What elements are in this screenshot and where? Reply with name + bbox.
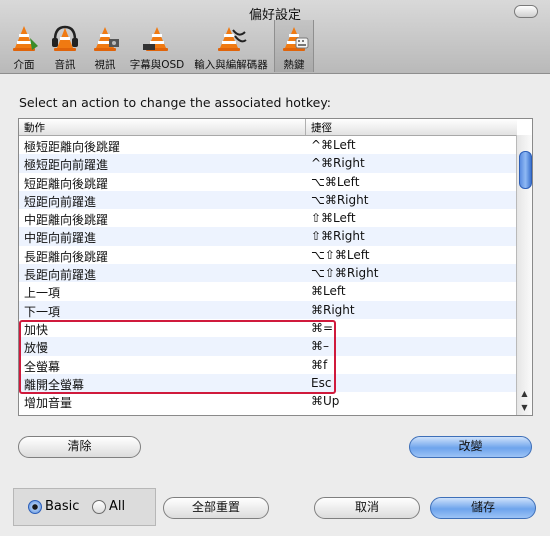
- action-cell: 放慢: [24, 341, 49, 356]
- table-row[interactable]: 長距離向後跳躍 ⌥⇧⌘Left: [19, 246, 517, 264]
- mode-radio-group: Basic All: [13, 488, 156, 526]
- reset-all-button[interactable]: 全部重置: [163, 497, 269, 519]
- table-row[interactable]: 加快 ⌘=: [19, 319, 517, 337]
- hotkey-cell: ⌥⌘Right: [311, 192, 369, 207]
- table-row[interactable]: 離開全螢幕 Esc: [19, 373, 517, 393]
- hotkey-cell: ^⌘Right: [311, 156, 365, 171]
- table-row[interactable]: 極短距向前躍進 ^⌘Right: [19, 154, 517, 173]
- action-cell: 長距離向後跳躍: [24, 249, 109, 264]
- action-cell: 增加音量: [24, 396, 73, 411]
- action-cell: 極短距離向後跳躍: [24, 140, 121, 154]
- clear-button[interactable]: 清除: [18, 436, 141, 458]
- hotkey-cell: ⌘Left: [311, 284, 346, 299]
- column-header-action[interactable]: 動作: [24, 120, 45, 135]
- table-row[interactable]: 短距離向後跳躍 ⌥⌘Left: [19, 173, 517, 191]
- action-cell: 中距離向後跳躍: [24, 213, 109, 228]
- action-cell: 短距向前躍進: [24, 194, 97, 209]
- radio-label: Basic: [45, 499, 80, 514]
- table-row[interactable]: 下一項 ⌘Right: [19, 300, 517, 319]
- action-cell: 極短距向前躍進: [24, 158, 109, 173]
- cancel-button[interactable]: 取消: [314, 497, 420, 519]
- cone-codecs-icon: [218, 27, 247, 51]
- table-header: 動作 捷徑: [19, 119, 517, 136]
- vertical-scrollbar[interactable]: ▲ ▼: [516, 135, 532, 415]
- tab-audio[interactable]: 音訊: [48, 20, 82, 72]
- action-cell: 離開全螢幕: [24, 377, 85, 392]
- action-cell: 上一項: [24, 286, 61, 301]
- radio-selected-icon: [28, 500, 42, 514]
- table-row[interactable]: 放慢 ⌘–: [19, 337, 517, 356]
- scroll-down-arrow-icon[interactable]: ▼: [517, 401, 532, 415]
- cone-video-icon: [94, 27, 119, 51]
- hotkey-table: 動作 捷徑 極短距離向後跳躍 ^⌘Left 極短距向前躍進 ^⌘Right 短距離向…: [18, 118, 533, 416]
- table-row[interactable]: 中距離向後跳躍 ⇧⌘Left: [19, 209, 517, 227]
- table-row[interactable]: 短距向前躍進 ⌥⌘Right: [19, 190, 517, 210]
- tab-label: 熱鍵: [283, 59, 305, 71]
- table-row[interactable]: 長距向前躍進 ⌥⇧⌘Right: [19, 264, 517, 283]
- action-cell: 下一項: [24, 304, 61, 319]
- hotkey-cell: ⌘Up: [311, 394, 340, 409]
- hotkey-cell: ⇧⌘Right: [311, 229, 365, 244]
- tab-label: 輸入與編解碼器: [194, 59, 268, 71]
- action-cell: 短距離向後跳躍: [24, 176, 109, 191]
- change-button[interactable]: 改變: [409, 436, 532, 458]
- cone-headphones-icon: [52, 25, 78, 51]
- hotkey-cell: ⌘f: [311, 357, 328, 372]
- column-divider: [305, 119, 306, 135]
- table-row[interactable]: 全螢幕 ⌘f: [19, 356, 517, 374]
- hotkey-cell: ⌥⌘Left: [311, 174, 360, 189]
- table-row[interactable]: 中距向前躍進 ⇧⌘Right: [19, 227, 517, 246]
- tab-label: 字幕與OSD: [129, 59, 185, 71]
- radio-unselected-icon: [92, 500, 106, 514]
- hotkey-cell: ^⌘Left: [311, 138, 356, 152]
- hotkey-cell: ⌘=: [311, 320, 334, 335]
- title-bar: 偏好設定 介面 音訊 視訊 字幕與OSD 輸入與編解碼器 熱鍵: [0, 0, 550, 74]
- radio-label: All: [109, 499, 126, 514]
- hotkey-instructions: Select an action to change the associate…: [19, 95, 332, 110]
- cone-hotkeys-icon: [283, 27, 309, 51]
- hotkey-cell: ⌥⇧⌘Left: [311, 247, 370, 262]
- action-cell: 加快: [24, 322, 49, 337]
- action-cell: 長距向前躍進: [24, 268, 97, 283]
- hotkey-rows: 極短距離向後跳躍 ^⌘Left 極短距向前躍進 ^⌘Right 短距離向後跳躍 ⌥⌘L…: [19, 136, 517, 410]
- tab-input-codecs[interactable]: 輸入與編解碼器: [190, 20, 272, 72]
- hotkey-cell: ⌘–: [311, 339, 329, 354]
- tab-label: 音訊: [54, 59, 76, 71]
- save-button[interactable]: 儲存: [430, 497, 536, 519]
- tab-label: 視訊: [94, 59, 116, 71]
- tab-interface[interactable]: 介面: [6, 20, 42, 72]
- column-header-hotkey[interactable]: 捷徑: [311, 120, 332, 135]
- cone-interface-icon: [13, 26, 38, 51]
- tab-subtitles-osd[interactable]: 字幕與OSD: [128, 20, 186, 72]
- action-cell: 全螢幕: [24, 359, 61, 374]
- toolbar-toggle-button[interactable]: [514, 5, 538, 18]
- table-row[interactable]: 極短距離向後跳躍 ^⌘Left: [19, 136, 517, 154]
- scroll-up-arrow-icon[interactable]: ▲: [517, 387, 532, 401]
- table-row[interactable]: 增加音量 ⌘Up: [19, 392, 517, 410]
- hotkey-cell: ⌥⇧⌘Right: [311, 266, 379, 281]
- preferences-toolbar: 介面 音訊 視訊 字幕與OSD 輸入與編解碼器 熱鍵: [0, 20, 550, 72]
- preferences-window: 偏好設定 介面 音訊 視訊 字幕與OSD 輸入與編解碼器 熱鍵 Select a…: [0, 0, 550, 536]
- tab-label: 介面: [13, 59, 35, 71]
- scrollbar-thumb[interactable]: [519, 151, 532, 189]
- hotkey-cell: ⌘Right: [311, 302, 355, 317]
- hotkey-cell: ⇧⌘Left: [311, 211, 356, 226]
- tab-hotkeys[interactable]: 熱鍵: [274, 20, 314, 72]
- table-row[interactable]: 上一項 ⌘Left: [19, 282, 517, 300]
- action-cell: 中距向前躍進: [24, 231, 97, 246]
- tab-video[interactable]: 視訊: [88, 20, 122, 72]
- cone-subtitles-icon: [143, 27, 168, 51]
- hotkey-cell: Esc: [311, 375, 332, 390]
